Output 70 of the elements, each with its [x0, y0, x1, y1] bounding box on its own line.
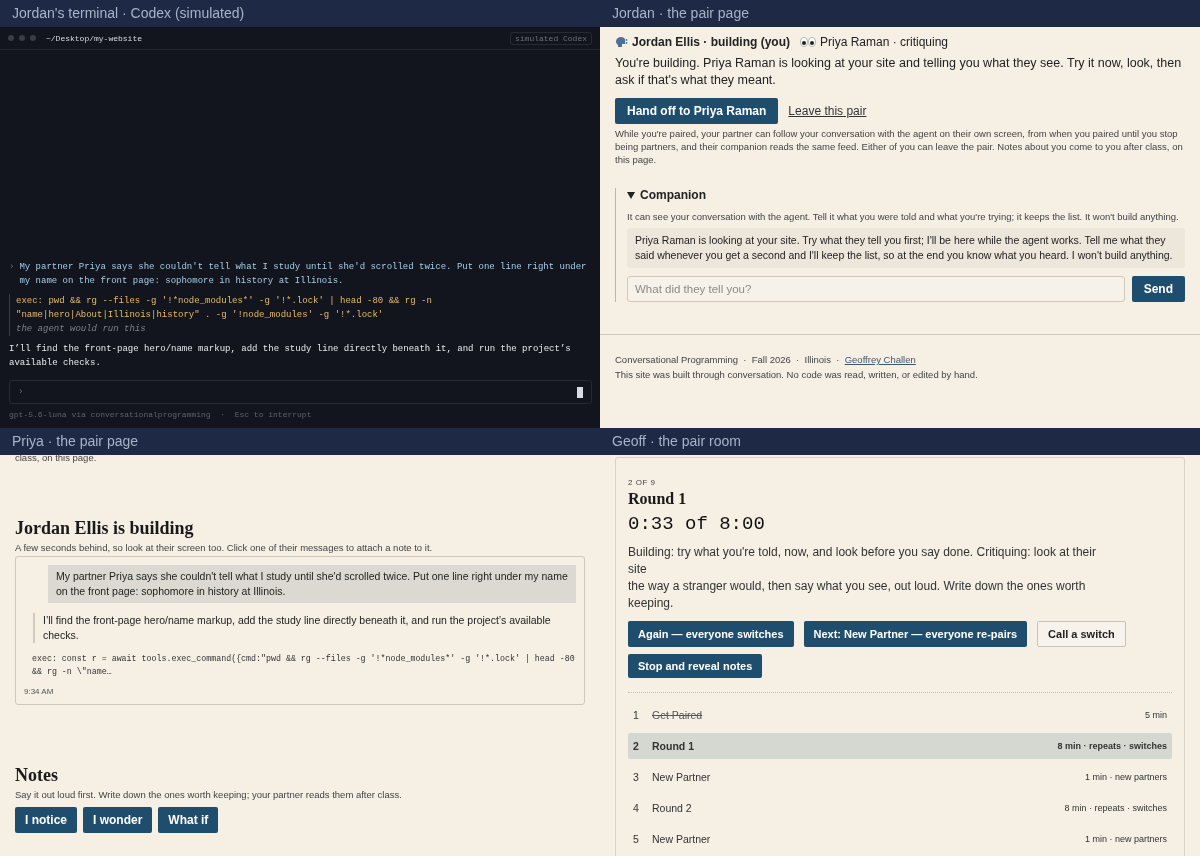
role-label: Priya Raman · critiquing [820, 35, 949, 49]
step-name: Get Paired [652, 709, 704, 721]
intro-text: You're building. Priya Raman is looking at your site and telling you what they see. Try it now, look, then ask if that's what they meant. [615, 55, 1183, 89]
pane-title: Jordan's terminal · Codex (simulated) [0, 0, 600, 27]
author-link[interactable]: Geoffrey Challen [844, 354, 916, 365]
exec-command: exec: pwd && rg --files -g '!*node_modules*' -g '!*.lock' | head -80 && rg -n "name|hero|About|Illinois|history" . -g '!node_modules' -g '!*.lock' [16, 295, 433, 322]
step-detail: 8 min · repeats · switches [1057, 741, 1167, 751]
step-row[interactable]: 5 New Partner 1 min · new partners [628, 826, 1172, 852]
speaking-head-icon [615, 36, 628, 48]
round-counter: 2 OF 9 [628, 478, 657, 487]
pane-title: Jordan · the pair page [600, 0, 1200, 27]
command-input[interactable]: › [9, 380, 592, 404]
companion-intro: It can see your conversation with the agent. Tell it what you were told and what you're trying; it keeps the list. It won't build anything. [627, 210, 1180, 223]
note-button[interactable]: What if [158, 807, 219, 833]
step-detail: 5 min [1145, 710, 1167, 720]
step-detail: 8 min · repeats · switches [1064, 803, 1167, 813]
companion-toggle[interactable]: Companion [627, 188, 1185, 202]
agent-reply[interactable]: I’ll find the front-page hero/name markup, add the study line directly beneath it, and run the project’s available checks. [33, 613, 576, 643]
step-name: Round 2 [652, 802, 693, 814]
footer-credit: Conversational Programming · Fall 2026 · Illinois · Geoffrey Challen [615, 353, 917, 367]
footer-note: This site was built through conversation. No code was read, written, or edited by hand. [615, 368, 979, 382]
step-row[interactable]: 4 Round 2 8 min · repeats · switches [628, 795, 1172, 821]
exec-note: the agent would run this [16, 323, 147, 336]
send-button[interactable]: Send [1131, 276, 1185, 302]
call-switch-button[interactable]: Call a switch [1037, 621, 1126, 647]
step-number: 4 [633, 802, 640, 814]
step-name: New Partner [652, 833, 712, 845]
step-number: 1 [633, 709, 640, 721]
round-action-button[interactable]: Again — everyone switches [628, 621, 794, 647]
pane-title: Priya · the pair page [0, 428, 600, 455]
step-number: 3 [633, 771, 640, 783]
eyes-icon [800, 37, 816, 47]
message-field[interactable]: What did they tell you? [627, 276, 1125, 302]
step-number: 5 [633, 833, 640, 845]
pairing-note: While you're paired, your partner can follow your conversation with the agent on their own screen, from when you paired until you stop being partners, and their companion reads the same feed. Either of you can leave the pair. Notes about you come to you after class, on this page. [615, 127, 1184, 166]
round-title: Round 1 [628, 490, 688, 508]
round-action-button[interactable]: Stop and reveal notes [628, 654, 763, 678]
role-label: Jordan Ellis · building (you) [632, 35, 790, 49]
prompt-marker: › [9, 261, 15, 274]
step-number: 2 [633, 740, 640, 752]
user-message: My partner Priya says she couldn't tell what I study until she'd scrolled twice. Put one line right under my name on the front page: sophomore in history at Illinois. [19, 261, 588, 288]
pane-title: Geoff · the pair room [600, 428, 1200, 455]
mode-badge: simulated Codex [510, 31, 592, 45]
step-name: New Partner [652, 771, 712, 783]
round-action-button[interactable]: Next: New Partner — everyone re-pairs [803, 621, 1028, 647]
round-instructions: the way a stranger would, then say what you see, out loud. Write down the ones worth keeping. [628, 578, 1087, 612]
step-detail: 1 min · new partners [1084, 772, 1167, 782]
step-name: Round 1 [652, 740, 695, 752]
pairing-note: class, on this page. [15, 455, 98, 463]
handoff-button[interactable]: Hand off to Priya Raman [615, 98, 779, 124]
leave-pair-link[interactable]: Leave this pair [788, 104, 867, 118]
companion-message: Priya Raman is looking at your site. Try what they tell you first; I'll be here while the agent works. Tell me what they said whenever you get a second and I'll keep the list, so at the end you know what you heard. I won't build anything. [627, 228, 1185, 268]
note-button[interactable]: I wonder [83, 807, 153, 833]
step-row[interactable]: 1 Get Paired 5 min [628, 702, 1172, 728]
section-subtitle: A few seconds behind, so look at their screen too. Click one of their messages to attach a note to it. [15, 542, 434, 553]
timestamp: 9:34 AM [24, 687, 55, 696]
notes-hint: Say it out loud first. Write down the ones worth keeping; your partner reads them after class. [15, 789, 403, 800]
notes-heading: Notes [15, 765, 59, 786]
window-dots-icon [8, 35, 38, 41]
step-row[interactable]: 3 New Partner 1 min · new partners [628, 764, 1172, 790]
step-detail: 1 min · new partners [1084, 834, 1167, 844]
cursor-icon [577, 386, 583, 398]
directory-path: ~/Desktop/my-website [46, 33, 142, 43]
agent-reply: I’ll find the front-page hero/name markup, add the study line directly beneath it, and run the project’s available checks. [9, 343, 572, 370]
exec-command: exec: const r = await tools.exec_command({cmd:"pwd && rg --files -g '!*node_modules*' -g '!*.lock' | head -80 && rg -n \"name… [32, 653, 576, 678]
note-button[interactable]: I notice [15, 807, 77, 833]
round-timer: 0:33 of 8:00 [628, 513, 766, 535]
user-message[interactable]: My partner Priya says she couldn't tell what I study until she'd scrolled twice. Put one line right under my name on the front page: sophomore in history at Illinois. [48, 565, 576, 603]
section-heading: Jordan Ellis is building [15, 518, 195, 539]
current-step-row[interactable]: 2 Round 1 8 min · repeats · switches [628, 733, 1172, 759]
